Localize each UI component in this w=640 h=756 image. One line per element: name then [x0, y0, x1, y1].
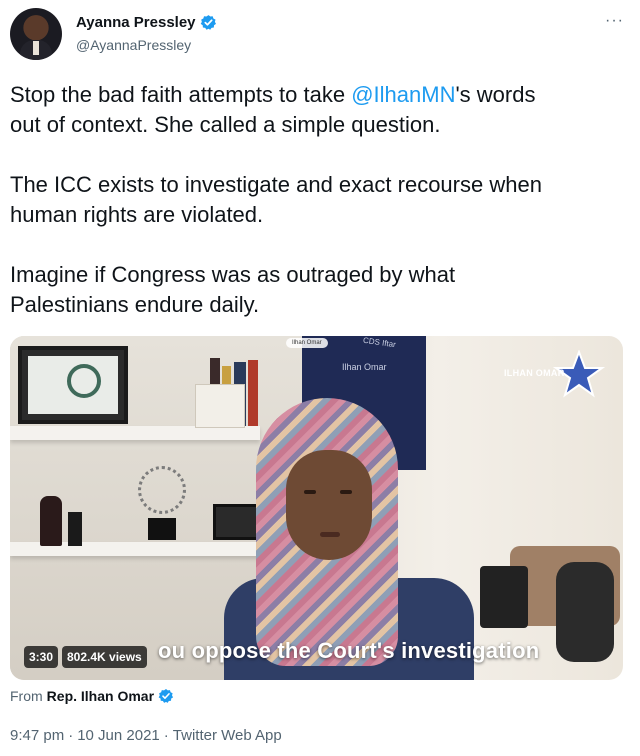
desk-phone: [480, 566, 528, 628]
video-caption: ou oppose the Court's investigation: [158, 638, 540, 663]
wreath-trophy: [138, 466, 186, 514]
vase: [40, 496, 62, 546]
author-name[interactable]: Ayanna Pressley: [76, 14, 196, 31]
video-views-badge: 802.4K views: [62, 646, 147, 668]
speaker: [224, 392, 474, 680]
tweet-line: Palestinians endure daily.: [10, 292, 260, 317]
author-avatar[interactable]: [10, 8, 62, 60]
tweet-line: The ICC exists to investigate and exact …: [10, 172, 542, 197]
mention-link[interactable]: @IlhanMN: [351, 82, 455, 107]
trophy-base: [148, 518, 176, 540]
wall-plaque: [18, 346, 128, 424]
channel-logo: ILHAN OMAR: [504, 348, 614, 404]
media-source-row: From Rep. Ilhan Omar: [10, 688, 174, 704]
portrait-frame: [195, 384, 245, 428]
more-icon[interactable]: ···: [605, 12, 624, 30]
verified-badge-icon: [158, 689, 174, 703]
tweet-meta: 9:47 pm · 10 Jun 2021 · Twitter Web App: [10, 727, 282, 744]
video-duration-badge: 3:30: [24, 646, 59, 668]
vase: [68, 512, 82, 546]
shelf: [10, 426, 260, 440]
tweet-header: Ayanna Pressley @AyannaPressley ···: [10, 8, 630, 68]
verified-badge-icon: [200, 15, 216, 30]
logo-text: ILHAN OMAR: [504, 368, 565, 378]
tweet-time[interactable]: 9:47 pm: [10, 727, 64, 744]
tweet-text: Stop the bad faith attempts to take @Ilh…: [10, 80, 620, 320]
source-account-link[interactable]: Rep. Ilhan Omar: [47, 688, 154, 704]
author-name-row: Ayanna Pressley: [76, 14, 217, 31]
tweet-line: human rights are violated.: [10, 202, 264, 227]
bag: [556, 562, 614, 662]
from-prefix: From: [10, 688, 43, 704]
speaker-face: [286, 450, 372, 560]
tweet-line: Imagine if Congress was as outraged by w…: [10, 262, 456, 287]
video-player[interactable]: Ilhan Omar CDS Iftar Ilhan Omar ILHAN OM…: [10, 336, 623, 680]
tweet-line: Stop the bad faith attempts to take @Ilh…: [10, 82, 536, 107]
tweet-date[interactable]: 10 Jun 2021: [77, 727, 160, 744]
author-handle[interactable]: @AyannaPressley: [76, 37, 191, 53]
tweet-client[interactable]: Twitter Web App: [173, 727, 282, 744]
speaker-name-chip: Ilhan Omar: [286, 338, 328, 348]
tweet-line: out of context. She called a simple ques…: [10, 112, 441, 137]
